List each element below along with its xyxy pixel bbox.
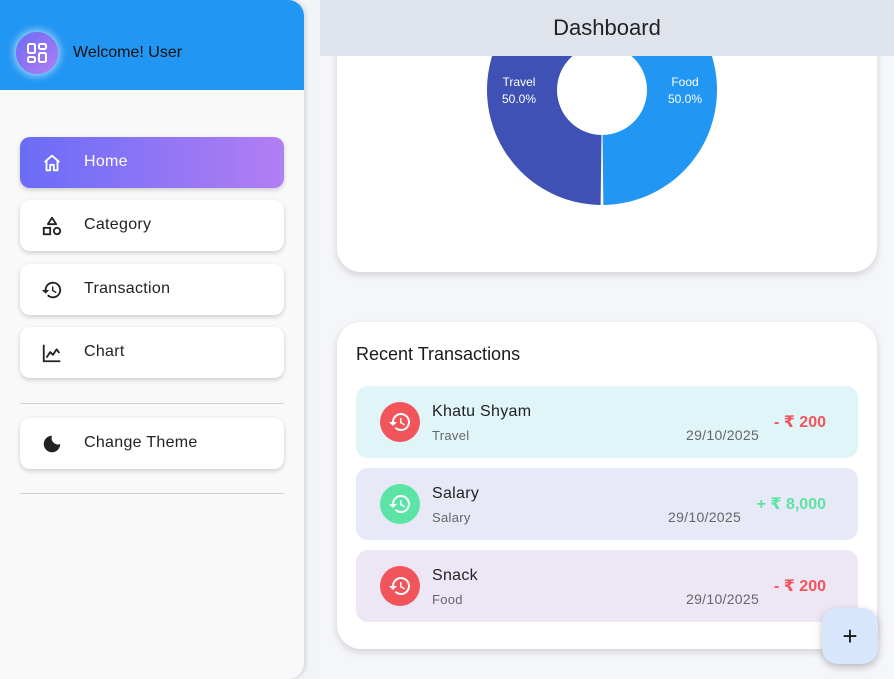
category-icon — [42, 216, 62, 236]
change-theme-label: Change Theme — [84, 434, 198, 451]
history-icon — [41, 281, 62, 299]
avatar[interactable] — [16, 32, 58, 74]
history-icon — [380, 402, 420, 442]
sidebar-item-label: Transaction — [84, 280, 171, 297]
sidebar-item-category[interactable]: Category — [20, 200, 284, 251]
recent-transactions-card: Recent Transactions Khatu Shyam Travel 2… — [337, 322, 877, 649]
main-content: Dashboard Food 50.0% Travel 50.0% Recent Tr… — [320, 0, 894, 679]
sidebar-item-chart[interactable]: Chart — [20, 327, 284, 378]
pie-label-value: 50.0% — [668, 92, 702, 106]
navigation-drawer: Welcome! User Home Category Transaction … — [0, 0, 304, 679]
transaction-amount: + ₹ 8,000 — [756, 496, 826, 513]
history-icon — [380, 484, 420, 524]
transaction-category: Travel — [432, 428, 470, 443]
transaction-category: Food — [432, 592, 463, 607]
add-transaction-button[interactable]: + — [822, 608, 878, 664]
change-theme-button[interactable]: Change Theme — [20, 418, 284, 469]
transaction-date: 29/10/2025 — [686, 591, 760, 607]
transaction-category: Salary — [432, 510, 471, 525]
sidebar-item-home[interactable]: Home — [20, 137, 284, 188]
pie-label-name: Travel — [503, 75, 536, 89]
transaction-name: Snack — [432, 567, 478, 584]
recent-transactions-title: Recent Transactions — [356, 344, 521, 364]
dark-mode-icon — [43, 435, 61, 453]
transaction-amount: - ₹ 200 — [773, 414, 826, 431]
divider — [20, 403, 284, 404]
drawer-header: Welcome! User — [0, 0, 304, 90]
transaction-row[interactable]: Khatu Shyam Travel 29/10/2025 - ₹ 200 — [356, 386, 858, 458]
app-bar: Dashboard — [320, 0, 894, 56]
pie-label-name: Food — [671, 75, 698, 89]
transaction-name: Khatu Shyam — [432, 403, 532, 420]
transaction-date: 29/10/2025 — [686, 427, 760, 443]
transaction-name: Salary — [432, 485, 480, 502]
sidebar-item-label: Category — [84, 216, 152, 233]
transaction-row[interactable]: Snack Food 29/10/2025 - ₹ 200 — [356, 550, 858, 622]
sidebar-item-transaction[interactable]: Transaction — [20, 264, 284, 315]
sidebar-item-label: Home — [84, 153, 128, 170]
history-icon — [380, 566, 420, 606]
add-icon: + — [842, 620, 858, 651]
page-title: Dashboard — [553, 15, 661, 40]
transaction-row[interactable]: Salary Salary 29/10/2025 + ₹ 8,000 — [356, 468, 858, 540]
transaction-date: 29/10/2025 — [668, 509, 742, 525]
home-icon — [44, 154, 60, 172]
dashboard-icon — [27, 43, 47, 63]
pie-label-value: 50.0% — [502, 92, 536, 106]
transaction-amount: - ₹ 200 — [773, 578, 826, 595]
divider — [20, 493, 284, 494]
chart-icon — [42, 344, 61, 363]
sidebar-item-label: Chart — [84, 343, 125, 360]
welcome-text: Welcome! User — [73, 44, 183, 61]
